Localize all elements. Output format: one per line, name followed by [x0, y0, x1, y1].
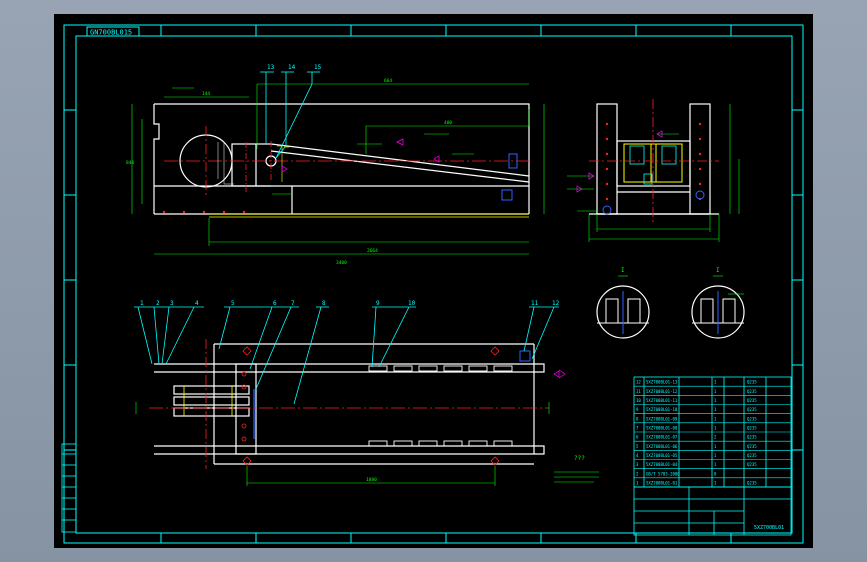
tech-note: ???: [574, 455, 585, 462]
section-mark-left: I: [621, 267, 625, 274]
bom-cell-mat: Q235: [747, 462, 757, 467]
bom-cell-code: 5XZ700BL01-07: [646, 435, 678, 440]
bom-cell-qty: 1: [714, 389, 717, 394]
bom-cell-code: 5XZ700BL01-08: [646, 426, 678, 431]
balloon-10: 10: [408, 300, 416, 307]
front-balloons: 13 14 15: [267, 64, 322, 71]
balloon-8: 8: [322, 300, 326, 307]
svg-text:664: 664: [384, 78, 392, 84]
cad-drawing-viewport[interactable]: GN700BL015 664 144 2664 3400 400 840 13 …: [54, 14, 813, 548]
bom-cell-qty: 1: [714, 462, 717, 467]
drawing-frame: [63, 24, 804, 544]
bom-cell-no: 3: [636, 462, 639, 467]
svg-text:3400: 3400: [336, 260, 347, 266]
svg-text:840: 840: [126, 160, 134, 166]
assembly-drawing: GN700BL015 664 144 2664 3400 400 840 13 …: [61, 24, 804, 544]
bom-cell-mat: Q235: [747, 453, 757, 458]
bom-cell-no: 1: [636, 481, 639, 486]
bom-cell-qty: 1: [714, 416, 717, 421]
bom-cell-no: 6: [636, 435, 639, 440]
bom-cell-code: 5XZ700BL01-10: [646, 407, 678, 412]
bom-cell-qty: 1: [714, 453, 717, 458]
bom-cell-qty: 1: [714, 481, 717, 486]
bom-cell-code: 5XZ700BL01-06: [646, 444, 678, 449]
bom-cell-mat: Q235: [747, 407, 757, 412]
balloon-13: 13: [267, 64, 275, 71]
bom-cell-code: 5XZ700BL01-11: [646, 398, 678, 403]
balloon-5: 5: [231, 300, 235, 307]
bom-cell-mat: Q235: [747, 416, 757, 421]
bom-cell-qty: 8: [714, 471, 717, 476]
bom-cell-qty: 1: [714, 444, 717, 449]
bom-cell-code: GB/T 5783-2000: [646, 471, 680, 476]
bom-cell-code: 5XZ700BL01-13: [646, 380, 678, 385]
bom-cell-code: 5XZ700BL01-09: [646, 416, 678, 421]
front-dimensions: [131, 83, 545, 255]
bom-cell-mat: Q235: [747, 435, 757, 440]
title-block-name: 5XZ700BL01: [754, 525, 784, 531]
balloon-15: 15: [314, 64, 322, 71]
bom-cell-code: 5XZ700BL01-12: [646, 389, 678, 394]
front-balloon-leaders: [260, 71, 320, 159]
svg-text:144: 144: [202, 91, 210, 97]
bom-cell-mat: Q235: [747, 444, 757, 449]
bom-cell-qty: 2: [714, 435, 717, 440]
svg-text:1880: 1880: [366, 477, 377, 483]
balloon-6: 6: [273, 300, 277, 307]
bom-cell-code: 5XZ700BL01-01: [646, 481, 678, 486]
balloon-2: 2: [156, 300, 160, 307]
top-balloons: 1 2 3 4 5 6 7 8 9 10 11 12: [140, 300, 560, 307]
bom-cell-code: 5XZ700BL01-05: [646, 453, 678, 458]
bom-cell-no: 12: [636, 380, 641, 385]
bom-cell-no: 8: [636, 416, 639, 421]
svg-text:2664: 2664: [367, 248, 378, 254]
balloon-7: 7: [291, 300, 295, 307]
top-view: 1880: [134, 306, 566, 486]
bom-cell-qty: 1: [714, 407, 717, 412]
balloon-11: 11: [531, 300, 539, 307]
bom-cell-no: 7: [636, 426, 639, 431]
top-balloon-leaders: [134, 306, 559, 405]
bom-cell-mat: Q235: [747, 389, 757, 394]
front-view: 664 144 2664 3400 400 840: [126, 71, 545, 266]
section-details: [596, 275, 745, 339]
bom-cell-no: 4: [636, 453, 639, 458]
bom-cell-qty: 1: [714, 426, 717, 431]
section-mark-right: I: [716, 267, 720, 274]
bom-cell-mat: Q235: [747, 481, 757, 486]
bom-cell-qty: 1: [714, 380, 717, 385]
bom-cell-code: 5XZ700BL01-04: [646, 462, 678, 467]
bom-cell-mat: Q235: [747, 398, 757, 403]
drawing-code-box: GN700BL015: [90, 29, 132, 37]
balloon-3: 3: [170, 300, 174, 307]
bom-cell-no: 5: [636, 444, 639, 449]
bom-cell-no: 11: [636, 389, 641, 394]
side-view: [567, 99, 740, 242]
svg-text:400: 400: [444, 120, 452, 126]
balloon-4: 4: [195, 300, 199, 307]
bom-cell-no: 2: [636, 471, 639, 476]
balloon-14: 14: [288, 64, 296, 71]
balloon-1: 1: [140, 300, 144, 307]
bom-table: 12 5XZ700BL01-13 1 Q23511 5XZ700BL01-12 1 Q235…: [633, 376, 792, 536]
bom-cell-mat: Q235: [747, 426, 757, 431]
bom-cell-mat: Q235: [747, 380, 757, 385]
bom-cell-no: 9: [636, 407, 639, 412]
balloon-12: 12: [552, 300, 560, 307]
bom-cell-qty: 1: [714, 398, 717, 403]
bom-cell-no: 10: [636, 398, 641, 403]
balloon-9: 9: [376, 300, 380, 307]
